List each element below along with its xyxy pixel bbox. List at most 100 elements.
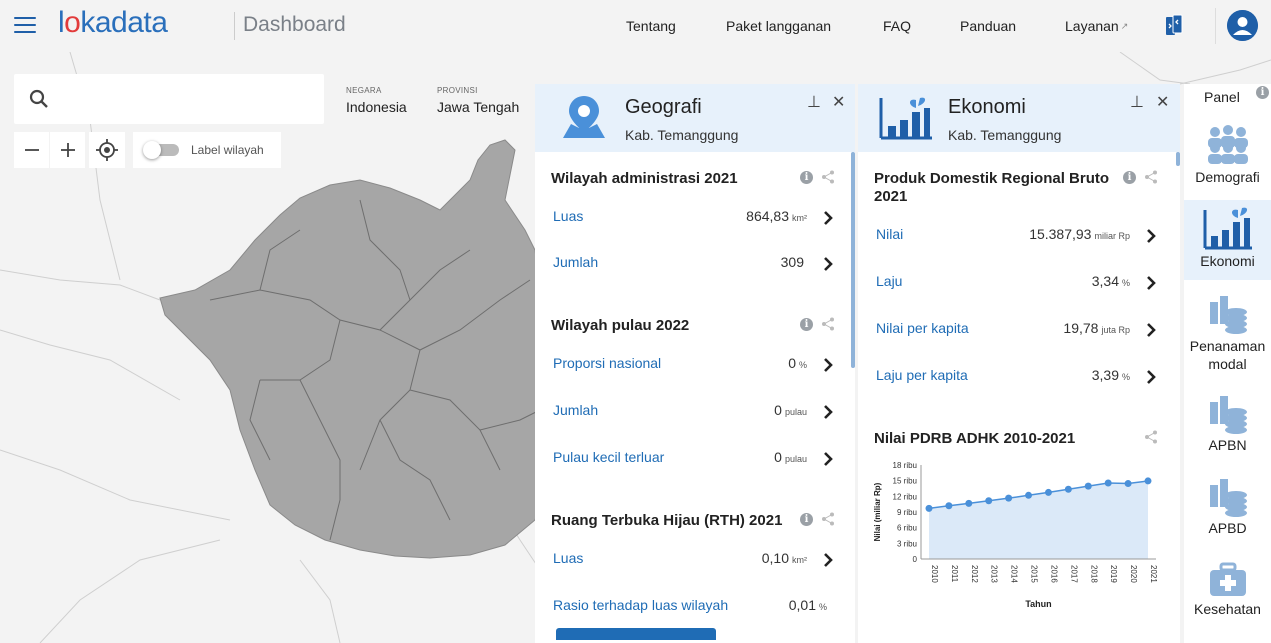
stat-label: Rasio terhadap luas wilayah bbox=[553, 597, 729, 613]
share-icon[interactable] bbox=[1144, 170, 1158, 184]
nav-layanan[interactable]: Layanan ↗ bbox=[1065, 0, 1128, 52]
y-tick-label: 18 ribu bbox=[893, 461, 917, 470]
panel-region: Kab. Temanggung bbox=[948, 127, 1062, 143]
stat-row[interactable]: Jumlah 309 bbox=[535, 246, 845, 282]
share-icon[interactable] bbox=[821, 170, 835, 184]
chevron-right-icon bbox=[824, 553, 833, 567]
stat-row[interactable]: Nilai per kapita 19,78 juta Rp bbox=[858, 312, 1168, 348]
x-tick-label: 2016 bbox=[1049, 565, 1058, 583]
stat-unit: pulau bbox=[784, 454, 807, 464]
people-icon bbox=[1207, 125, 1248, 164]
side-item-label: APBN bbox=[1208, 437, 1247, 453]
stat-row[interactable]: Pulau kecil terluar 0 pulau bbox=[535, 441, 845, 477]
breadcrumb-negara[interactable]: NEGARA Indonesia bbox=[346, 86, 407, 115]
info-icon[interactable]: i bbox=[1123, 170, 1136, 184]
stat-row[interactable]: Rasio terhadap luas wilayah 0,01% bbox=[535, 589, 845, 625]
side-item-label: APBD bbox=[1208, 520, 1247, 536]
zoom-out-button[interactable] bbox=[14, 132, 49, 168]
plus-icon bbox=[60, 143, 75, 157]
side-item-kesehatan[interactable]: Kesehatan bbox=[1184, 562, 1271, 632]
info-icon[interactable]: i bbox=[800, 170, 813, 184]
zoom-in-button[interactable] bbox=[50, 132, 85, 168]
stat-unit: km² bbox=[792, 555, 807, 565]
side-item-penanaman-modal[interactable]: Penanaman modal bbox=[1184, 294, 1271, 384]
chevron-right-icon bbox=[1147, 276, 1156, 290]
nav-tentang[interactable]: Tentang bbox=[626, 0, 676, 52]
info-icon[interactable]: i bbox=[800, 317, 813, 331]
section-title: Wilayah pulau 2022 bbox=[551, 317, 690, 334]
nav-faq[interactable]: FAQ bbox=[883, 0, 911, 52]
search-icon[interactable] bbox=[28, 88, 50, 110]
stat-label: Jumlah bbox=[553, 402, 599, 418]
scrollbar[interactable] bbox=[851, 152, 855, 368]
stat-number: 15.387,93 bbox=[1029, 226, 1092, 242]
x-tick-label: 2013 bbox=[990, 565, 999, 583]
close-icon[interactable]: ✕ bbox=[1156, 92, 1169, 111]
pin-icon[interactable]: ⊥ bbox=[807, 92, 821, 111]
toggle-label: Label wilayah bbox=[191, 143, 264, 157]
nav-layanan-label: Layanan bbox=[1065, 18, 1119, 34]
breadcrumb-key: PROVINSI bbox=[437, 86, 478, 95]
stat-value: 19,78 juta Rp bbox=[1063, 320, 1130, 336]
side-item-ekonomi[interactable]: Ekonomi bbox=[1184, 200, 1271, 280]
section-title: Wilayah administrasi 2021 bbox=[551, 170, 738, 187]
stat-number: 19,78 bbox=[1063, 320, 1099, 336]
side-item-label: Kesehatan bbox=[1194, 601, 1261, 617]
share-icon[interactable] bbox=[821, 317, 835, 331]
close-icon[interactable]: ✕ bbox=[832, 92, 845, 111]
stat-number: 0 bbox=[788, 355, 796, 371]
geografi-panel-body: Wilayah administrasi 2021 i Luas 864,83 k… bbox=[535, 152, 855, 643]
info-icon[interactable]: i bbox=[1256, 86, 1269, 99]
stat-label: Pulau kecil terluar bbox=[553, 449, 665, 465]
x-tick-label: 2020 bbox=[1129, 565, 1138, 583]
y-tick-label: 12 ribu bbox=[893, 492, 917, 501]
hamburger-menu-icon[interactable] bbox=[14, 17, 36, 33]
scrollbar[interactable] bbox=[1176, 152, 1180, 166]
stat-number: 0,10 bbox=[761, 550, 789, 566]
stat-row[interactable]: Proporsi nasional 0% bbox=[535, 347, 845, 383]
y-tick-label: 3 ribu bbox=[897, 539, 917, 548]
breadcrumb-provinsi[interactable]: PROVINSI Jawa Tengah bbox=[437, 86, 519, 115]
side-item-apbn[interactable]: APBN bbox=[1184, 394, 1271, 464]
region-search-box bbox=[14, 74, 324, 124]
map-pin-icon bbox=[563, 96, 605, 138]
stat-row[interactable]: Luas 0,10 km² bbox=[535, 542, 845, 578]
bar-chart-plant-icon bbox=[879, 97, 932, 140]
chart-point bbox=[945, 502, 953, 510]
label-wilayah-toggle[interactable]: Label wilayah bbox=[133, 132, 281, 168]
nav-paket-langganan[interactable]: Paket langganan bbox=[726, 0, 831, 52]
bottom-action-button[interactable] bbox=[556, 628, 716, 640]
x-tick-label: 2010 bbox=[930, 565, 939, 583]
stat-row[interactable]: Nilai 15.387,93 miliar Rp bbox=[858, 218, 1168, 254]
panel-region: Kab. Temanggung bbox=[625, 127, 739, 143]
section-actions: i bbox=[800, 170, 835, 184]
toggle-track[interactable] bbox=[143, 141, 179, 159]
share-icon[interactable] bbox=[821, 512, 835, 526]
chevron-right-icon bbox=[1147, 370, 1156, 384]
stat-unit: km² bbox=[792, 213, 807, 223]
search-input[interactable] bbox=[64, 84, 314, 114]
info-icon[interactable]: i bbox=[800, 512, 813, 526]
chevron-right-icon bbox=[1147, 323, 1156, 337]
user-avatar-icon[interactable] bbox=[1227, 10, 1258, 41]
chart-area bbox=[929, 480, 1148, 559]
coins-icon bbox=[1209, 479, 1247, 517]
stat-row[interactable]: Laju per kapita 3,39% bbox=[858, 359, 1168, 395]
stat-row[interactable]: Luas 864,83 km² bbox=[535, 200, 845, 236]
stat-value: 0 pulau bbox=[774, 449, 807, 465]
section-title: Ruang Terbuka Hijau (RTH) 2021 bbox=[551, 512, 783, 529]
stat-row[interactable]: Jumlah 0 pulau bbox=[535, 394, 845, 430]
document-switch-icon[interactable] bbox=[1165, 14, 1183, 36]
locate-button[interactable] bbox=[89, 132, 125, 168]
side-item-apbd[interactable]: APBD bbox=[1184, 477, 1271, 547]
side-item-demografi[interactable]: Demografi bbox=[1184, 120, 1271, 198]
chart-point bbox=[965, 499, 973, 507]
stat-label: Nilai bbox=[876, 226, 904, 242]
section-actions: i bbox=[800, 512, 835, 526]
pin-icon[interactable]: ⊥ bbox=[1130, 92, 1144, 111]
share-icon[interactable] bbox=[1144, 430, 1158, 444]
side-item-label: Demografi bbox=[1195, 169, 1260, 185]
stat-row[interactable]: Laju 3,34% bbox=[858, 265, 1168, 301]
nav-panduan[interactable]: Panduan bbox=[960, 0, 1016, 52]
lokadata-logo[interactable]: lokadata bbox=[58, 6, 168, 40]
